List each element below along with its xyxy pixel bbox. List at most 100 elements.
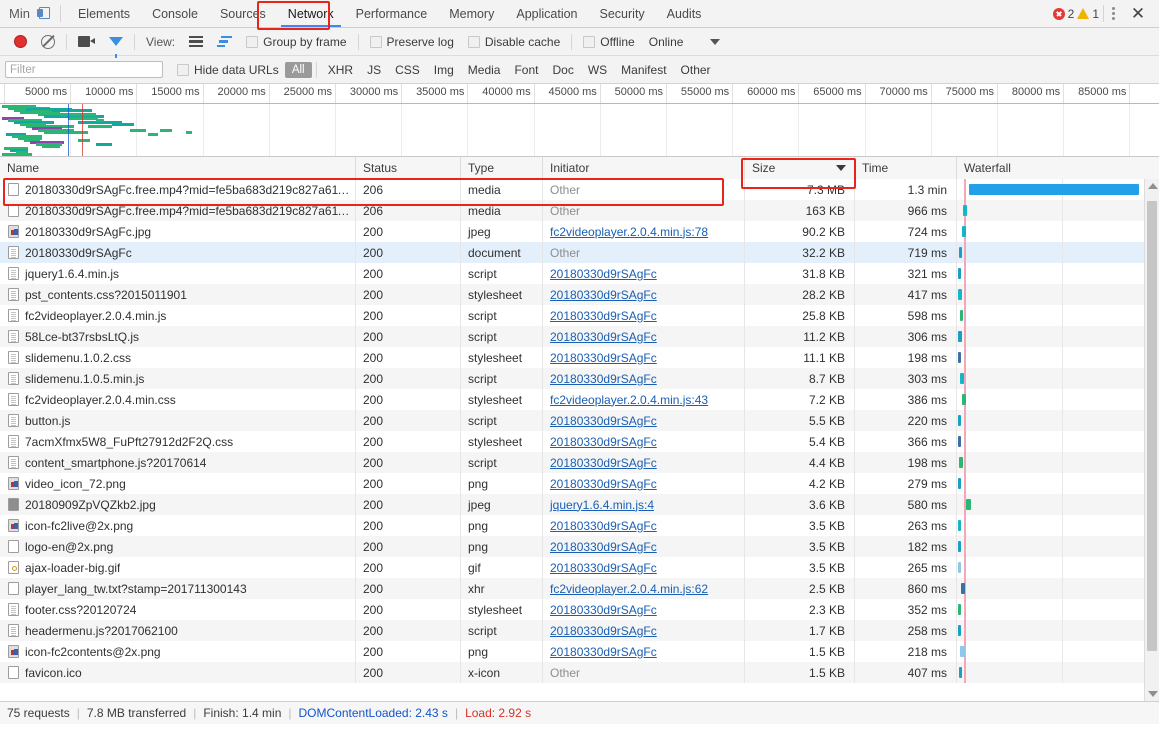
record-button[interactable] bbox=[7, 28, 34, 55]
table-row[interactable]: player_lang_tw.txt?stamp=201711300143 200… bbox=[0, 578, 1159, 599]
filter-type-js[interactable]: JS bbox=[360, 63, 388, 77]
cell-initiator[interactable]: 20180330d9rSAgFc bbox=[543, 284, 745, 305]
dock-to-side-icon[interactable] bbox=[36, 6, 52, 21]
initiator-value[interactable]: 20180330d9rSAgFc bbox=[550, 309, 657, 323]
table-row[interactable]: headermenu.js?2017062100 200 script 2018033… bbox=[0, 620, 1159, 641]
table-row[interactable]: 7acmXfmx5W8_FuPft27912d2F2Q.css 200 styles… bbox=[0, 431, 1159, 452]
group-by-frame-checkbox[interactable]: Group by frame bbox=[239, 28, 353, 55]
filter-type-css[interactable]: CSS bbox=[388, 63, 427, 77]
scroll-up-icon[interactable] bbox=[1148, 183, 1158, 189]
tab-network[interactable]: Network bbox=[277, 0, 345, 27]
cell-initiator[interactable]: fc2videoplayer.2.0.4.min.js:78 bbox=[543, 221, 745, 242]
vertical-scrollbar[interactable] bbox=[1144, 179, 1159, 701]
tab-console[interactable]: Console bbox=[141, 0, 209, 27]
table-row[interactable]: button.js 200 script 20180330d9rSAgFc 5.5 KB… bbox=[0, 410, 1159, 431]
initiator-value[interactable]: 20180330d9rSAgFc bbox=[550, 477, 657, 491]
more-options-icon[interactable] bbox=[1104, 7, 1123, 20]
network-overview-timeline[interactable]: 5000 ms 10000 ms 15000 ms 20000 ms 25000 ms 3… bbox=[0, 84, 1159, 157]
error-warning-counters[interactable]: 2 1 bbox=[1049, 7, 1103, 21]
column-header-initiator[interactable]: Initiator bbox=[543, 157, 745, 179]
table-row[interactable]: icon-fc2live@2x.png 200 png 20180330d9rSAgF… bbox=[0, 515, 1159, 536]
table-row[interactable]: favicon.ico 200 x-icon Other 1.5 KB 407 ms bbox=[0, 662, 1159, 683]
cell-initiator[interactable]: 20180330d9rSAgFc bbox=[543, 536, 745, 557]
tab-application[interactable]: Application bbox=[505, 0, 588, 27]
cell-initiator[interactable]: 20180330d9rSAgFc bbox=[543, 452, 745, 473]
cell-initiator[interactable]: 20180330d9rSAgFc bbox=[543, 431, 745, 452]
table-row[interactable]: video_icon_72.png 200 png 20180330d9rSAgFc 4… bbox=[0, 473, 1159, 494]
table-row[interactable]: fc2videoplayer.2.0.4.min.js 200 script 2018… bbox=[0, 305, 1159, 326]
filter-type-manifest[interactable]: Manifest bbox=[614, 63, 673, 77]
table-row[interactable]: fc2videoplayer.2.0.4.min.css 200 styleshee… bbox=[0, 389, 1159, 410]
filter-type-all[interactable]: All bbox=[284, 61, 312, 78]
close-icon[interactable]: ✕ bbox=[1123, 0, 1153, 27]
hide-data-urls-checkbox[interactable]: Hide data URLs bbox=[171, 63, 285, 77]
initiator-value[interactable]: 20180330d9rSAgFc bbox=[550, 267, 657, 281]
column-header-waterfall[interactable]: Waterfall bbox=[957, 157, 1159, 179]
initiator-value[interactable]: jquery1.6.4.min.js:4 bbox=[550, 498, 654, 512]
cell-initiator[interactable]: 20180330d9rSAgFc bbox=[543, 557, 745, 578]
filter-toggle-button[interactable] bbox=[102, 28, 130, 58]
cell-initiator[interactable]: 20180330d9rSAgFc bbox=[543, 473, 745, 494]
initiator-value[interactable]: 20180330d9rSAgFc bbox=[550, 603, 657, 617]
cell-initiator[interactable]: 20180330d9rSAgFc bbox=[543, 599, 745, 620]
cell-initiator[interactable]: 20180330d9rSAgFc bbox=[543, 641, 745, 662]
filter-type-media[interactable]: Media bbox=[461, 63, 508, 77]
column-header-status[interactable]: Status bbox=[356, 157, 461, 179]
initiator-value[interactable]: 20180330d9rSAgFc bbox=[550, 645, 657, 659]
capture-screenshots-button[interactable] bbox=[71, 28, 102, 55]
tab-performance[interactable]: Performance bbox=[345, 0, 439, 27]
initiator-value[interactable]: 20180330d9rSAgFc bbox=[550, 456, 657, 470]
filter-type-other[interactable]: Other bbox=[674, 63, 718, 77]
tab-memory[interactable]: Memory bbox=[438, 0, 505, 27]
throttling-select[interactable]: Online bbox=[642, 28, 728, 55]
cell-initiator[interactable]: 20180330d9rSAgFc bbox=[543, 263, 745, 284]
table-row[interactable]: 20180330d9rSAgFc.free.mp4?mid=fe5ba683d2… bbox=[0, 179, 1159, 200]
table-row[interactable]: 20180330d9rSAgFc 200 document Other 32.2 KB 7… bbox=[0, 242, 1159, 263]
initiator-value[interactable]: 20180330d9rSAgFc bbox=[550, 372, 657, 386]
cell-initiator[interactable]: fc2videoplayer.2.0.4.min.js:43 bbox=[543, 389, 745, 410]
table-row[interactable]: pst_contents.css?2015011901 200 stylesheet… bbox=[0, 284, 1159, 305]
column-header-time[interactable]: Time bbox=[855, 157, 957, 179]
filter-type-img[interactable]: Img bbox=[427, 63, 461, 77]
tab-audits[interactable]: Audits bbox=[656, 0, 713, 27]
initiator-value[interactable]: 20180330d9rSAgFc bbox=[550, 351, 657, 365]
disable-cache-checkbox[interactable]: Disable cache bbox=[461, 28, 567, 55]
initiator-value[interactable]: 20180330d9rSAgFc bbox=[550, 561, 657, 575]
dock-controls[interactable]: Min bbox=[0, 0, 60, 27]
table-row[interactable]: 58Lce-bt37rsbsLtQ.js 200 script 20180330d9r… bbox=[0, 326, 1159, 347]
clear-button[interactable] bbox=[34, 28, 62, 55]
initiator-value[interactable]: fc2videoplayer.2.0.4.min.js:62 bbox=[550, 582, 708, 596]
filter-type-ws[interactable]: WS bbox=[581, 63, 614, 77]
preserve-log-checkbox[interactable]: Preserve log bbox=[363, 28, 461, 55]
scrollbar-thumb[interactable] bbox=[1147, 201, 1157, 651]
tab-sources[interactable]: Sources bbox=[209, 0, 277, 27]
cell-initiator[interactable]: 20180330d9rSAgFc bbox=[543, 368, 745, 389]
table-row[interactable]: jquery1.6.4.min.js 200 script 20180330d9rSA… bbox=[0, 263, 1159, 284]
table-row[interactable]: logo-en@2x.png 200 png 20180330d9rSAgFc 3.5 … bbox=[0, 536, 1159, 557]
cell-initiator[interactable]: fc2videoplayer.2.0.4.min.js:62 bbox=[543, 578, 745, 599]
initiator-value[interactable]: 20180330d9rSAgFc bbox=[550, 519, 657, 533]
initiator-value[interactable]: 20180330d9rSAgFc bbox=[550, 624, 657, 638]
cell-initiator[interactable]: 20180330d9rSAgFc bbox=[543, 410, 745, 431]
filter-type-xhr[interactable]: XHR bbox=[321, 63, 360, 77]
table-row[interactable]: slidemenu.1.0.5.min.js 200 script 20180330d… bbox=[0, 368, 1159, 389]
offline-checkbox[interactable]: Offline bbox=[576, 28, 641, 55]
initiator-value[interactable]: fc2videoplayer.2.0.4.min.js:78 bbox=[550, 225, 708, 239]
cell-initiator[interactable]: 20180330d9rSAgFc bbox=[543, 326, 745, 347]
table-row[interactable]: 20180909ZpVQZkb2.jpg 200 jpeg jquery1.6.4.m… bbox=[0, 494, 1159, 515]
cell-initiator[interactable]: 20180330d9rSAgFc bbox=[543, 347, 745, 368]
initiator-value[interactable]: 20180330d9rSAgFc bbox=[550, 414, 657, 428]
cell-initiator[interactable]: 20180330d9rSAgFc bbox=[543, 305, 745, 326]
table-row[interactable]: 20180330d9rSAgFc.jpg 200 jpeg fc2videoplaye… bbox=[0, 221, 1159, 242]
column-header-name[interactable]: Name bbox=[0, 157, 356, 179]
initiator-value[interactable]: 20180330d9rSAgFc bbox=[550, 288, 657, 302]
view-waterfall-button[interactable] bbox=[210, 28, 239, 55]
initiator-value[interactable]: 20180330d9rSAgFc bbox=[550, 435, 657, 449]
table-row[interactable]: footer.css?20120724 200 stylesheet 20180330… bbox=[0, 599, 1159, 620]
cell-initiator[interactable]: 20180330d9rSAgFc bbox=[543, 620, 745, 641]
column-header-size[interactable]: Size bbox=[745, 157, 855, 179]
scroll-down-icon[interactable] bbox=[1148, 691, 1158, 697]
cell-initiator[interactable]: 20180330d9rSAgFc bbox=[543, 515, 745, 536]
tab-security[interactable]: Security bbox=[589, 0, 656, 27]
tab-elements[interactable]: Elements bbox=[67, 0, 141, 27]
